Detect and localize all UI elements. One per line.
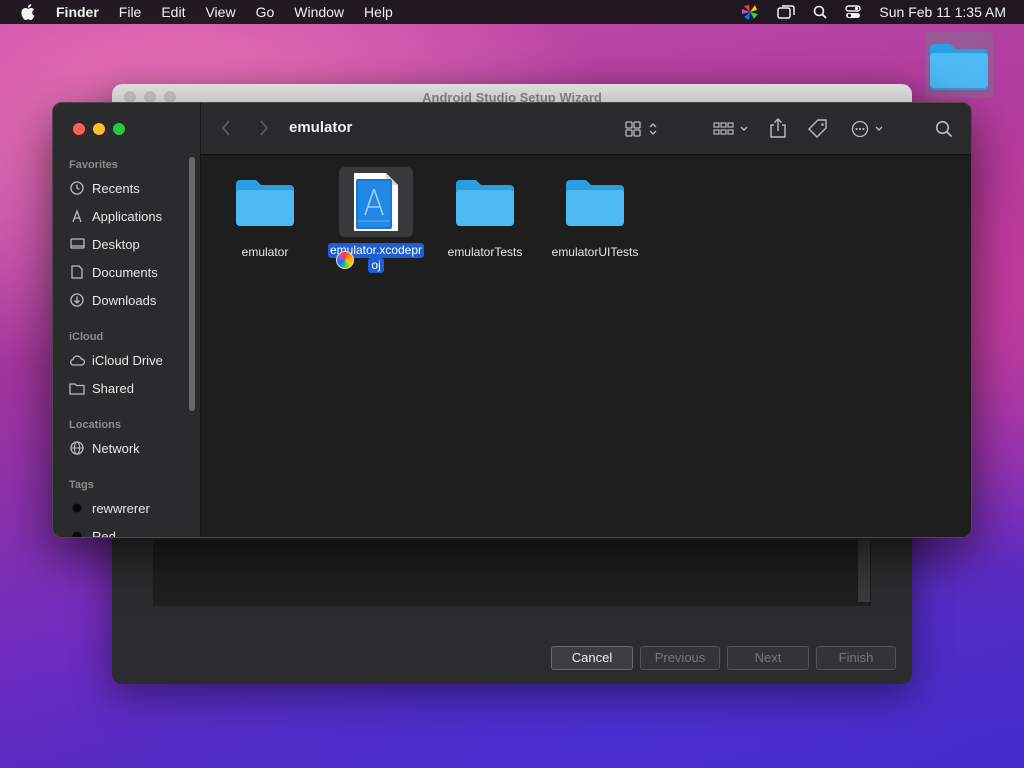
sidebar-item-label: Downloads xyxy=(92,292,157,308)
search-icon[interactable] xyxy=(935,120,953,138)
sidebar-item-label: Desktop xyxy=(92,236,140,252)
sidebar-item-tag-rewwrerer[interactable]: rewwrerer xyxy=(69,497,150,519)
sidebar-item-icloud-drive[interactable]: iCloud Drive xyxy=(69,349,163,371)
menu-help[interactable]: Help xyxy=(364,4,393,20)
menu-view[interactable]: View xyxy=(205,4,235,20)
sidebar-item-tag-red[interactable]: Red xyxy=(69,525,116,538)
sidebar-item-recents[interactable]: Recents xyxy=(69,177,140,199)
menu-file[interactable]: File xyxy=(119,4,142,20)
pinwheel-status-icon[interactable] xyxy=(741,4,759,20)
sidebar-item-label: rewwrerer xyxy=(92,500,150,516)
spotlight-search-icon[interactable] xyxy=(813,5,828,19)
file-item-label-line2: oj xyxy=(368,258,384,273)
applications-icon xyxy=(69,208,85,224)
file-item-label: emulatorTests xyxy=(447,245,523,259)
sidebar-header-locations: Locations xyxy=(69,419,121,431)
folder-icon xyxy=(448,167,522,237)
sidebar-item-documents[interactable]: Documents xyxy=(69,261,158,283)
forward-chevron-icon[interactable] xyxy=(259,119,269,137)
sidebar-header-favorites: Favorites xyxy=(69,159,118,171)
tag-icon[interactable] xyxy=(807,118,829,140)
file-item-label: emulator xyxy=(241,245,289,259)
finder-content-area: emulator emulator.xcodepr oj emulatorTes… xyxy=(201,155,971,537)
group-by-icon[interactable] xyxy=(713,121,751,137)
finder-window-controls xyxy=(73,123,125,135)
apple-menu-icon[interactable] xyxy=(18,4,38,20)
more-actions-icon[interactable] xyxy=(851,120,887,138)
cloud-icon xyxy=(69,352,85,368)
android-studio-scrollbar[interactable] xyxy=(858,540,870,602)
sidebar-item-label: Applications xyxy=(92,208,163,224)
menu-edit[interactable]: Edit xyxy=(161,4,185,20)
sidebar-item-label: Network xyxy=(92,440,140,456)
sidebar-item-label: Documents xyxy=(92,264,158,280)
finder-toolbar: emulator xyxy=(201,103,971,155)
clock-icon xyxy=(69,180,85,196)
next-button[interactable]: Next xyxy=(727,646,809,670)
folder-icon xyxy=(558,167,632,237)
menu-go[interactable]: Go xyxy=(256,4,275,20)
file-item-emulatoruitests[interactable]: emulatorUITests xyxy=(540,167,650,260)
finder-window: Favorites Recents Applications Desktop D… xyxy=(52,102,972,538)
menu-bar: Finder File Edit View Go Window Help Sun… xyxy=(0,0,1024,24)
file-item-emulator[interactable]: emulator xyxy=(210,167,320,260)
screen-mirroring-icon[interactable] xyxy=(777,5,796,19)
sidebar-header-tags: Tags xyxy=(69,479,94,491)
zoom-button[interactable] xyxy=(113,123,125,135)
menu-app-finder[interactable]: Finder xyxy=(56,4,99,20)
minimize-button[interactable] xyxy=(93,123,105,135)
current-folder-title: emulator xyxy=(289,119,353,136)
icon-view-grid-icon[interactable] xyxy=(625,121,659,137)
sidebar-item-shared[interactable]: Shared xyxy=(69,377,134,399)
sidebar-item-label: Red xyxy=(92,528,116,538)
sidebar-scrollbar[interactable] xyxy=(189,157,195,411)
xcodeproj-icon xyxy=(339,167,413,237)
android-studio-log-panel xyxy=(153,540,871,606)
sidebar-item-network[interactable]: Network xyxy=(69,437,140,459)
color-tag-icon xyxy=(336,251,354,269)
menubar-clock[interactable]: Sun Feb 11 1:35 AM xyxy=(879,4,1006,20)
sidebar-item-label: Recents xyxy=(92,180,140,196)
file-item-label: emulatorUITests xyxy=(551,245,639,259)
folder-icon xyxy=(228,167,302,237)
document-icon xyxy=(69,264,85,280)
back-chevron-icon[interactable] xyxy=(221,119,231,137)
menu-window[interactable]: Window xyxy=(294,4,344,20)
sidebar-item-desktop[interactable]: Desktop xyxy=(69,233,140,255)
tag-dot-icon xyxy=(69,500,85,516)
sidebar-header-icloud: iCloud xyxy=(69,331,104,343)
tag-dot-icon xyxy=(69,528,85,537)
download-icon xyxy=(69,292,85,308)
file-item-emulatortests[interactable]: emulatorTests xyxy=(430,167,540,260)
finder-sidebar: Favorites Recents Applications Desktop D… xyxy=(53,103,201,538)
desktop-folder-icon[interactable] xyxy=(925,32,993,98)
cancel-button[interactable]: Cancel xyxy=(551,646,633,670)
previous-button[interactable]: Previous xyxy=(640,646,720,670)
close-button[interactable] xyxy=(73,123,85,135)
shared-folder-icon xyxy=(69,380,85,396)
globe-icon xyxy=(69,440,85,456)
desktop-icon xyxy=(69,236,85,252)
finish-button[interactable]: Finish xyxy=(816,646,896,670)
share-icon[interactable] xyxy=(769,117,787,139)
sidebar-item-applications[interactable]: Applications xyxy=(69,205,162,227)
sidebar-item-label: iCloud Drive xyxy=(92,352,163,368)
sidebar-item-downloads[interactable]: Downloads xyxy=(69,289,156,311)
control-center-icon[interactable] xyxy=(845,5,862,19)
sidebar-item-label: Shared xyxy=(92,380,134,396)
